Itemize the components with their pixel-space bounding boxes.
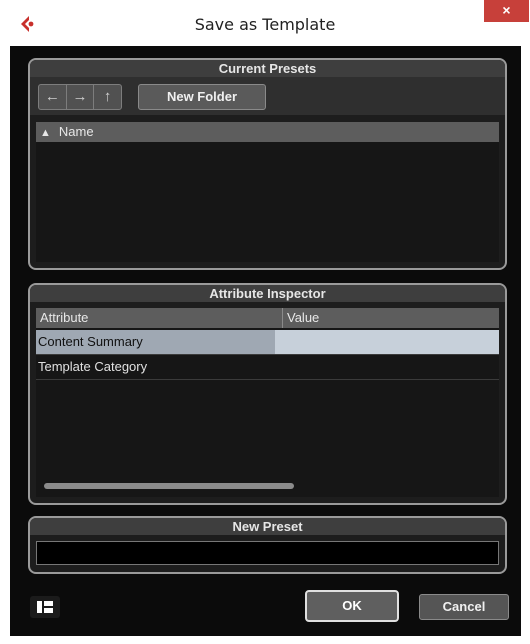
attribute-inspector-panel: Attribute Inspector Attribute Value Cont… <box>28 283 507 505</box>
value-column-header[interactable]: Value <box>282 308 319 328</box>
horizontal-scrollbar[interactable] <box>44 483 294 489</box>
table-row[interactable]: Content Summary <box>36 330 499 355</box>
attribute-inspector-header: Attribute Inspector <box>30 285 505 302</box>
attribute-column-header[interactable]: Attribute <box>40 308 88 328</box>
presets-list[interactable]: ▲ Name <box>36 122 499 262</box>
name-column-header[interactable]: ▲ Name <box>36 122 499 142</box>
close-button[interactable]: × <box>484 0 529 22</box>
new-preset-name-input[interactable] <box>36 541 499 565</box>
attribute-table: Attribute Value Content Summary Template… <box>36 308 499 497</box>
layout-toggle-icon[interactable] <box>30 596 60 618</box>
up-arrow-icon[interactable]: ↑ <box>94 85 121 109</box>
back-arrow-icon[interactable]: ← <box>39 85 67 109</box>
attribute-table-header: Attribute Value <box>36 308 499 328</box>
new-preset-panel: New Preset <box>28 516 507 574</box>
title-bar: Save as Template × <box>0 0 530 46</box>
attribute-cell: Content Summary <box>36 330 276 354</box>
name-column-label: Name <box>58 124 94 139</box>
dialog-content: Current Presets ← → ↑ New Folder ▲ Name A… <box>10 46 521 636</box>
table-row[interactable]: Template Category <box>36 355 499 380</box>
ok-button[interactable]: OK <box>305 590 399 622</box>
attribute-cell: Template Category <box>38 359 148 374</box>
presets-toolbar: ← → ↑ New Folder <box>30 77 505 115</box>
current-presets-panel: Current Presets ← → ↑ New Folder ▲ Name <box>28 58 507 270</box>
forward-arrow-icon[interactable]: → <box>67 85 95 109</box>
window-title: Save as Template <box>194 15 336 34</box>
new-folder-button[interactable]: New Folder <box>138 84 266 110</box>
new-preset-header: New Preset <box>30 518 505 535</box>
current-presets-header: Current Presets <box>30 60 505 77</box>
save-as-template-dialog: Save as Template × Current Presets ← → ↑… <box>0 0 530 644</box>
cancel-button[interactable]: Cancel <box>419 594 509 620</box>
navigation-group: ← → ↑ <box>38 84 122 110</box>
sort-ascending-icon: ▲ <box>40 127 51 139</box>
value-cell[interactable] <box>275 330 499 354</box>
